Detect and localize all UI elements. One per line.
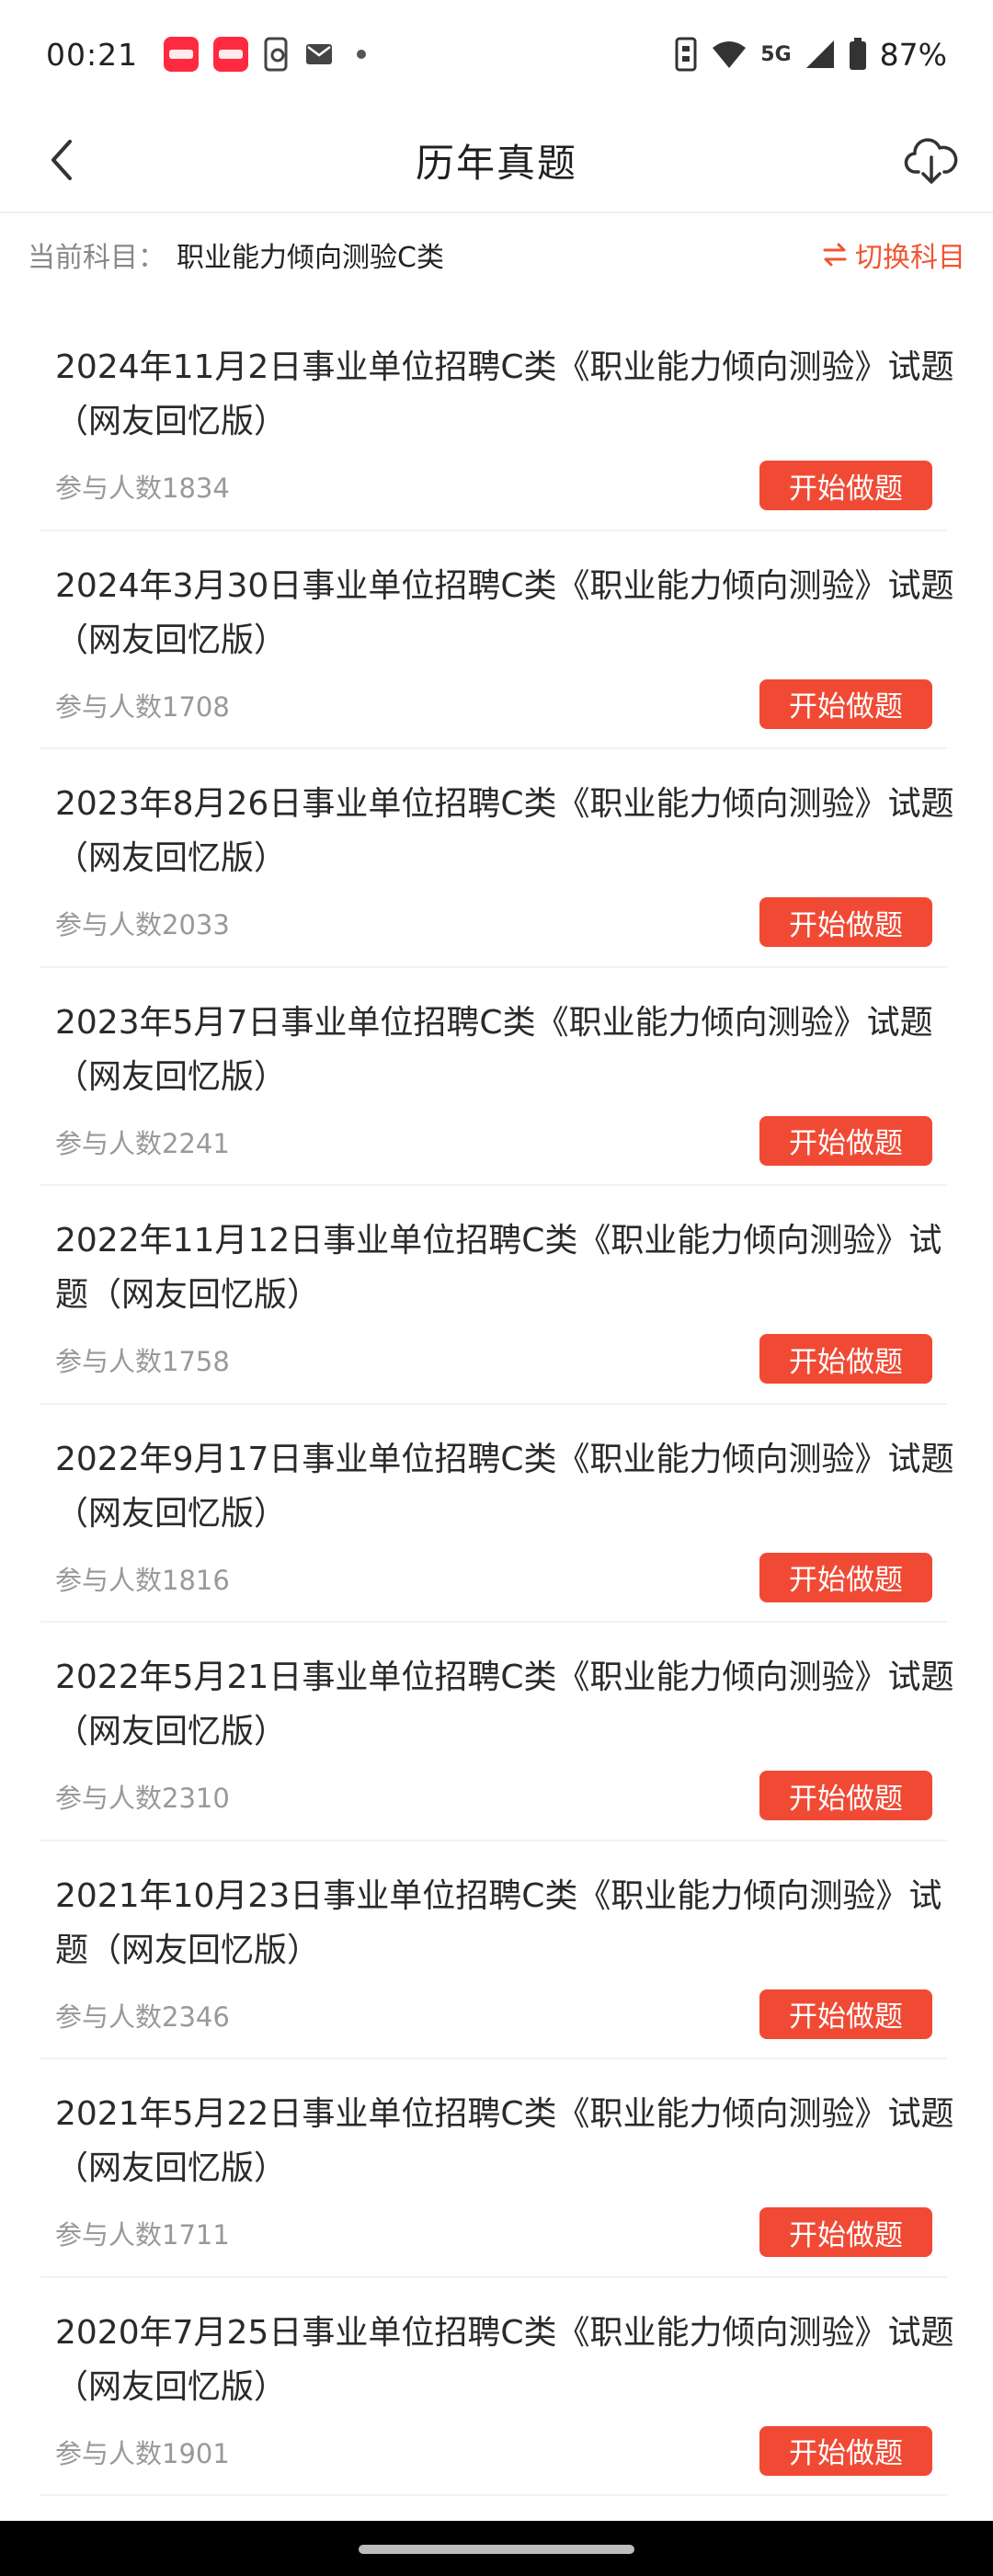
exam-title: 2022年5月21日事业单位招聘C类《职业能力倾向测验》试题（网友回忆版） xyxy=(55,1658,954,1750)
download-button[interactable] xyxy=(897,127,965,195)
signal-icon xyxy=(805,40,834,68)
exam-title: 2022年9月17日事业单位招聘C类《职业能力倾向测验》试题（网友回忆版） xyxy=(55,1440,954,1533)
start-exam-button[interactable]: 开始做题 xyxy=(759,461,932,510)
system-nav-bar xyxy=(0,2521,993,2576)
participant-count: 参与人数1834 xyxy=(55,473,230,504)
exam-title: 2023年5月7日事业单位招聘C类《职业能力倾向测验》试题（网友回忆版） xyxy=(55,1003,933,1096)
participant-count: 参与人数1758 xyxy=(55,1346,230,1377)
exam-list-item[interactable]: 2022年9月17日事业单位招聘C类《职业能力倾向测验》试题（网友回忆版） 参与… xyxy=(40,1405,953,1623)
participant-count: 参与人数1708 xyxy=(55,690,230,723)
dot-icon xyxy=(357,50,367,59)
exam-list-item[interactable]: 2022年5月21日事业单位招聘C类《职业能力倾向测验》试题（网友回忆版） 参与… xyxy=(40,1623,953,1841)
battery-percent: 87% xyxy=(879,36,947,73)
participant-count: 参与人数2346 xyxy=(55,2000,230,2033)
mail-icon xyxy=(306,44,333,64)
start-exam-button[interactable]: 开始做题 xyxy=(759,2425,932,2476)
exam-list-item[interactable]: 2022年11月12日事业单位招聘C类《职业能力倾向测验》试题（网友回忆版） 参… xyxy=(40,1186,947,1405)
swap-arrows-icon xyxy=(823,243,847,267)
subject-value: 职业能力倾向测验C类 xyxy=(177,242,444,274)
exam-list: 2024年11月2日事业单位招聘C类《职业能力倾向测验》试题（网友回忆版） 参与… xyxy=(0,313,993,2496)
phone-sync-icon xyxy=(264,37,288,72)
vibrate-icon xyxy=(675,37,697,72)
switch-subject-button[interactable]: 切换科目 xyxy=(822,234,965,275)
exam-list-item[interactable]: 2020年7月25日事业单位招聘C类《职业能力倾向测验》试题（网友回忆版） 参与… xyxy=(40,2278,953,2496)
start-exam-button[interactable]: 开始做题 xyxy=(759,678,932,729)
participant-count: 参与人数1816 xyxy=(55,1564,230,1596)
exam-list-item[interactable]: 2023年8月26日事业单位招聘C类《职业能力倾向测验》试题（网友回忆版） 参与… xyxy=(40,749,953,968)
start-exam-button[interactable]: 开始做题 xyxy=(759,1115,932,1166)
switch-subject-label: 切换科目 xyxy=(855,242,965,274)
start-exam-button[interactable]: 开始做题 xyxy=(759,2207,932,2257)
status-time: 00:21 xyxy=(46,36,139,73)
page-title: 历年真题 xyxy=(415,140,577,186)
exam-list-item[interactable]: 2021年5月22日事业单位招聘C类《职业能力倾向测验》试题（网友回忆版） 参与… xyxy=(40,2059,953,2278)
exam-list-item[interactable]: 2021年10月23日事业单位招聘C类《职业能力倾向测验》试题（网友回忆版） 参… xyxy=(40,1841,947,2059)
exam-list-item[interactable]: 2023年5月7日事业单位招聘C类《职业能力倾向测验》试题（网友回忆版） 参与人… xyxy=(40,968,947,1186)
battery-icon xyxy=(849,38,866,70)
exam-title: 2024年11月2日事业单位招聘C类《职业能力倾向测验》试题（网友回忆版） xyxy=(55,348,954,440)
start-exam-button[interactable]: 开始做题 xyxy=(759,897,932,947)
exam-title: 2022年11月12日事业单位招聘C类《职业能力倾向测验》试题（网友回忆版） xyxy=(55,1222,942,1314)
cloud-download-icon xyxy=(904,138,958,184)
exam-title: 2024年3月30日事业单位招聘C类《职业能力倾向测验》试题（网友回忆版） xyxy=(55,566,954,659)
exam-list-item[interactable]: 2024年3月30日事业单位招聘C类《职业能力倾向测验》试题（网友回忆版） 参与… xyxy=(40,531,953,749)
start-exam-button[interactable]: 开始做题 xyxy=(759,1334,932,1384)
exam-title: 2021年10月23日事业单位招聘C类《职业能力倾向测验》试题（网友回忆版） xyxy=(55,1876,942,1969)
subject-bar: 当前科目： 职业能力倾向测验C类 切换科目 xyxy=(0,213,993,296)
notification-icons xyxy=(164,37,367,72)
red-app-icon xyxy=(213,37,249,72)
red-app-icon xyxy=(164,37,200,72)
start-exam-button[interactable]: 开始做题 xyxy=(759,1771,932,1820)
start-exam-button[interactable]: 开始做题 xyxy=(759,1552,932,1602)
chevron-left-icon xyxy=(51,140,72,180)
exam-title: 2020年7月25日事业单位招聘C类《职业能力倾向测验》试题（网友回忆版） xyxy=(55,2313,954,2406)
back-button[interactable] xyxy=(31,129,94,191)
home-indicator[interactable] xyxy=(359,2545,634,2554)
participant-count: 参与人数1711 xyxy=(55,2219,230,2251)
participant-count: 参与人数1901 xyxy=(55,2437,230,2469)
system-status: 5G 87% xyxy=(674,37,947,73)
subject-label: 当前科目： xyxy=(28,242,166,274)
exam-title: 2023年8月26日事业单位招聘C类《职业能力倾向测验》试题（网友回忆版） xyxy=(55,785,954,877)
app-header: 历年真题 xyxy=(0,108,993,211)
status-bar: 00:21 5G 87% xyxy=(0,0,993,108)
participant-count: 参与人数2033 xyxy=(55,909,230,940)
participant-count: 参与人数2310 xyxy=(55,1783,230,1814)
exam-list-item[interactable]: 2024年11月2日事业单位招聘C类《职业能力倾向测验》试题（网友回忆版） 参与… xyxy=(40,313,953,531)
wifi-icon xyxy=(713,41,747,68)
exam-title: 2021年5月22日事业单位招聘C类《职业能力倾向测验》试题（网友回忆版） xyxy=(55,2095,954,2187)
participant-count: 参与人数2241 xyxy=(55,1127,230,1159)
network-label: 5G xyxy=(760,42,792,66)
start-exam-button[interactable]: 开始做题 xyxy=(759,1989,932,2039)
